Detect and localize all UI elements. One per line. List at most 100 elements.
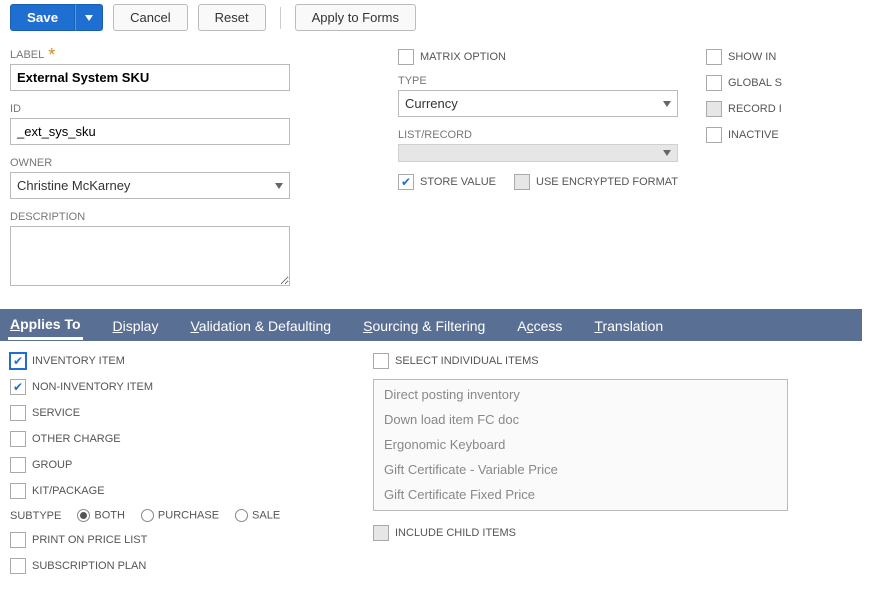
list-item[interactable]: Gift Certificate Fixed Price	[378, 482, 783, 507]
list-item[interactable]: Ergonomic Keyboard	[378, 432, 783, 457]
tab-validation[interactable]: Validation & Defaulting	[188, 312, 333, 339]
inventory-item-checkbox[interactable]	[10, 353, 26, 369]
kit-package-label: KIT/PACKAGE	[32, 485, 105, 497]
chevron-down-icon	[663, 101, 671, 107]
radio-sale[interactable]	[235, 509, 248, 522]
subtype-row: SUBTYPE BOTH PURCHASE SALE	[10, 509, 365, 522]
group-label: GROUP	[32, 459, 72, 471]
type-field-label: TYPE	[398, 75, 698, 87]
record-checkbox	[706, 101, 722, 117]
inactive-checkbox[interactable]	[706, 127, 722, 143]
show-in-label: SHOW IN	[728, 51, 776, 63]
description-textarea[interactable]	[10, 226, 290, 286]
service-field: SERVICE	[10, 405, 365, 421]
store-value-label: STORE VALUE	[420, 176, 496, 188]
matrix-option-field: MATRIX OPTION	[398, 49, 698, 65]
store-value-checkbox[interactable]	[398, 174, 414, 190]
tab-access[interactable]: Access	[515, 312, 564, 339]
description-field: DESCRIPTION	[10, 211, 390, 289]
label-field-label: LABEL *	[10, 49, 390, 61]
id-input[interactable]	[10, 118, 290, 145]
show-in-checkbox[interactable]	[706, 49, 722, 65]
inventory-item-label: INVENTORY ITEM	[32, 355, 125, 367]
label-text: LABEL	[10, 49, 44, 61]
other-charge-field: OTHER CHARGE	[10, 431, 365, 447]
reset-button[interactable]: Reset	[198, 4, 266, 31]
type-select[interactable]: Currency	[398, 90, 678, 117]
select-individual-checkbox[interactable]	[373, 353, 389, 369]
noninventory-item-checkbox[interactable]	[10, 379, 26, 395]
type-value: Currency	[405, 96, 458, 111]
individual-items-list[interactable]: Direct posting inventory Down load item …	[373, 379, 788, 511]
chevron-down-icon	[85, 15, 93, 21]
subtype-sale-option[interactable]: SALE	[235, 509, 280, 522]
include-child-checkbox	[373, 525, 389, 541]
include-child-field: INCLUDE CHILD ITEMS	[373, 525, 864, 541]
main-form: LABEL * ID OWNER Christine McKarney DESC…	[0, 35, 874, 309]
store-value-field: STORE VALUE	[398, 174, 496, 190]
toolbar: Save Cancel Reset Apply to Forms	[0, 0, 874, 35]
select-individual-field: SELECT INDIVIDUAL ITEMS	[373, 353, 864, 369]
applies-to-panel: INVENTORY ITEM NON-INVENTORY ITEM SERVIC…	[0, 353, 874, 594]
required-asterisk: *	[48, 51, 55, 59]
cancel-button[interactable]: Cancel	[113, 4, 187, 31]
kit-package-field: KIT/PACKAGE	[10, 483, 365, 499]
chevron-down-icon	[275, 183, 283, 189]
list-record-label: LIST/RECORD	[398, 129, 698, 141]
tab-sourcing[interactable]: Sourcing & Filtering	[361, 312, 487, 339]
toolbar-divider	[280, 7, 281, 29]
description-field-label: DESCRIPTION	[10, 211, 390, 223]
inactive-field: INACTIVE	[706, 127, 866, 143]
list-item[interactable]: Direct posting inventory	[378, 382, 783, 407]
record-label: RECORD I	[728, 103, 782, 115]
save-button-group: Save	[10, 4, 103, 31]
chevron-down-icon	[663, 150, 671, 156]
subtype-both-option[interactable]: BOTH	[77, 509, 125, 522]
list-record-select	[398, 144, 678, 162]
store-value-row: STORE VALUE USE ENCRYPTED FORMAT	[398, 174, 698, 200]
subtype-purchase-option[interactable]: PURCHASE	[141, 509, 219, 522]
owner-select[interactable]: Christine McKarney	[10, 172, 290, 199]
show-in-field: SHOW IN	[706, 49, 866, 65]
inactive-label: INACTIVE	[728, 129, 779, 141]
kit-package-checkbox[interactable]	[10, 483, 26, 499]
use-encrypted-field: USE ENCRYPTED FORMAT	[514, 174, 678, 190]
global-checkbox[interactable]	[706, 75, 722, 91]
other-charge-checkbox[interactable]	[10, 431, 26, 447]
other-charge-label: OTHER CHARGE	[32, 433, 121, 445]
global-field: GLOBAL S	[706, 75, 866, 91]
list-item[interactable]: Down load item FC doc	[378, 407, 783, 432]
noninventory-item-label: NON-INVENTORY ITEM	[32, 381, 153, 393]
inventory-item-field: INVENTORY ITEM	[10, 353, 365, 369]
service-checkbox[interactable]	[10, 405, 26, 421]
label-field: LABEL *	[10, 49, 390, 91]
apply-to-forms-button[interactable]: Apply to Forms	[295, 4, 416, 31]
owner-field-label: OWNER	[10, 157, 390, 169]
applies-right-column: SELECT INDIVIDUAL ITEMS Direct posting i…	[373, 353, 864, 584]
save-dropdown-button[interactable]	[75, 4, 103, 31]
tab-applies-to[interactable]: Applies To	[8, 310, 83, 340]
label-input[interactable]	[10, 64, 290, 91]
tab-display[interactable]: Display	[111, 312, 161, 339]
print-price-checkbox[interactable]	[10, 532, 26, 548]
include-child-label: INCLUDE CHILD ITEMS	[395, 527, 516, 539]
list-item[interactable]: Gift Certificate - Variable Price	[378, 457, 783, 482]
record-field: RECORD I	[706, 101, 866, 117]
print-price-field: PRINT ON PRICE LIST	[10, 532, 365, 548]
group-field: GROUP	[10, 457, 365, 473]
group-checkbox[interactable]	[10, 457, 26, 473]
form-column-3: SHOW IN GLOBAL S RECORD I INACTIVE	[706, 49, 866, 301]
list-record-field: LIST/RECORD	[398, 129, 698, 162]
radio-purchase[interactable]	[141, 509, 154, 522]
tab-translation[interactable]: Translation	[592, 312, 665, 339]
global-label: GLOBAL S	[728, 77, 782, 89]
matrix-option-label: MATRIX OPTION	[420, 51, 506, 63]
save-button[interactable]: Save	[10, 4, 75, 31]
select-individual-label: SELECT INDIVIDUAL ITEMS	[395, 355, 539, 367]
subscription-plan-checkbox[interactable]	[10, 558, 26, 574]
print-price-label: PRINT ON PRICE LIST	[32, 534, 147, 546]
matrix-option-checkbox[interactable]	[398, 49, 414, 65]
applies-left-column: INVENTORY ITEM NON-INVENTORY ITEM SERVIC…	[10, 353, 365, 584]
radio-both[interactable]	[77, 509, 90, 522]
id-field: ID	[10, 103, 390, 145]
